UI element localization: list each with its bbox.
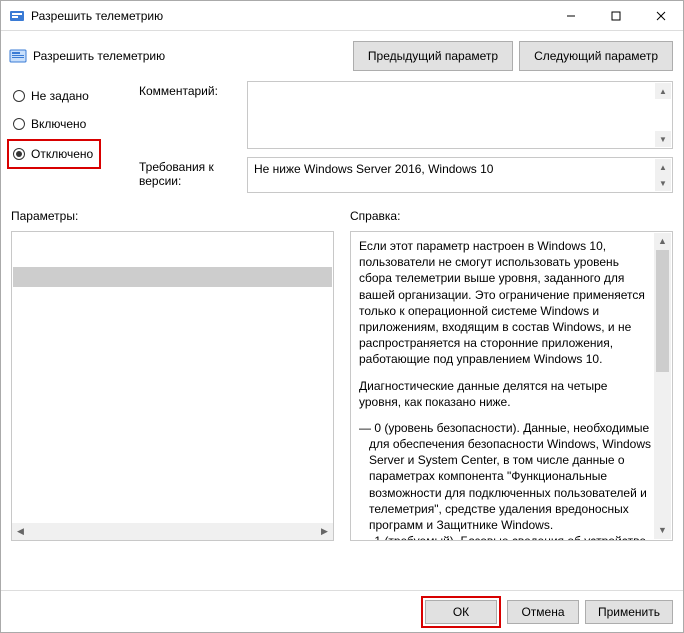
selected-highlight: Отключено bbox=[7, 139, 101, 169]
titlebar: Разрешить телеметрию bbox=[1, 1, 683, 31]
scroll-left-icon[interactable]: ◀ bbox=[12, 523, 29, 540]
minimize-button[interactable] bbox=[548, 1, 593, 30]
window-title: Разрешить телеметрию bbox=[31, 9, 548, 23]
radio-icon bbox=[13, 90, 25, 102]
ok-button[interactable]: ОК bbox=[425, 600, 497, 624]
scroll-thumb[interactable] bbox=[656, 250, 669, 372]
vertical-scrollbar[interactable]: ▲ ▼ bbox=[654, 233, 671, 539]
scroll-right-icon[interactable]: ▶ bbox=[316, 523, 333, 540]
params-listbox[interactable]: ◀ ▶ bbox=[11, 231, 334, 541]
help-text[interactable]: Если этот параметр настроен в Windows 10… bbox=[350, 231, 673, 541]
cancel-button[interactable]: Отмена bbox=[507, 600, 579, 624]
radio-icon bbox=[13, 148, 25, 160]
apply-button[interactable]: Применить bbox=[585, 600, 673, 624]
comment-label: Комментарий: bbox=[139, 81, 241, 98]
list-selection bbox=[13, 267, 332, 287]
header-row: Разрешить телеметрию Предыдущий параметр… bbox=[1, 31, 683, 81]
horizontal-scrollbar[interactable]: ◀ ▶ bbox=[12, 523, 333, 540]
scroll-up-icon[interactable]: ▲ bbox=[654, 233, 671, 250]
prev-setting-button[interactable]: Предыдущий параметр bbox=[353, 41, 513, 71]
help-paragraph: Если этот параметр настроен в Windows 10… bbox=[359, 238, 652, 368]
requirements-box: Не ниже Windows Server 2016, Windows 10 … bbox=[247, 157, 673, 193]
policy-title: Разрешить телеметрию bbox=[33, 49, 165, 63]
app-icon bbox=[9, 8, 25, 24]
help-paragraph: Диагностические данные делятся на четыре… bbox=[359, 378, 652, 410]
radio-label: Включено bbox=[31, 117, 86, 131]
maximize-button[interactable] bbox=[593, 1, 638, 30]
close-button[interactable] bbox=[638, 1, 683, 30]
radio-disabled[interactable]: Отключено bbox=[11, 143, 93, 165]
policy-icon bbox=[9, 47, 27, 65]
radio-not-configured[interactable]: Не задано bbox=[11, 85, 129, 107]
scroll-down-icon[interactable]: ▼ bbox=[654, 522, 671, 539]
help-label: Справка: bbox=[350, 209, 673, 223]
requirements-label: Требования к версии: bbox=[139, 157, 241, 188]
comment-input[interactable]: ▲ ▼ bbox=[247, 81, 673, 149]
next-setting-button[interactable]: Следующий параметр bbox=[519, 41, 673, 71]
radio-label: Не задано bbox=[31, 89, 89, 103]
radio-icon bbox=[13, 118, 25, 130]
state-radio-group: Не задано Включено Отключено bbox=[11, 81, 129, 193]
params-label: Параметры: bbox=[11, 209, 334, 223]
scroll-down-icon[interactable]: ▼ bbox=[655, 175, 671, 191]
help-level-0: — 0 (уровень безопасности). Данные, необ… bbox=[369, 420, 652, 533]
ok-highlight: ОК bbox=[421, 596, 501, 628]
radio-label: Отключено bbox=[31, 147, 93, 161]
policy-editor-window: Разрешить телеметрию Разрешить телеметри… bbox=[0, 0, 684, 633]
requirements-value: Не ниже Windows Server 2016, Windows 10 bbox=[254, 162, 493, 176]
scroll-down-icon[interactable]: ▼ bbox=[655, 131, 671, 147]
dialog-footer: ОК Отмена Применить bbox=[1, 590, 683, 632]
scroll-up-icon[interactable]: ▲ bbox=[655, 159, 671, 175]
help-level-1: — 1 (требуемый). Базовые сведения об уст… bbox=[369, 533, 652, 541]
scroll-up-icon[interactable]: ▲ bbox=[655, 83, 671, 99]
radio-enabled[interactable]: Включено bbox=[11, 113, 129, 135]
window-controls bbox=[548, 1, 683, 30]
